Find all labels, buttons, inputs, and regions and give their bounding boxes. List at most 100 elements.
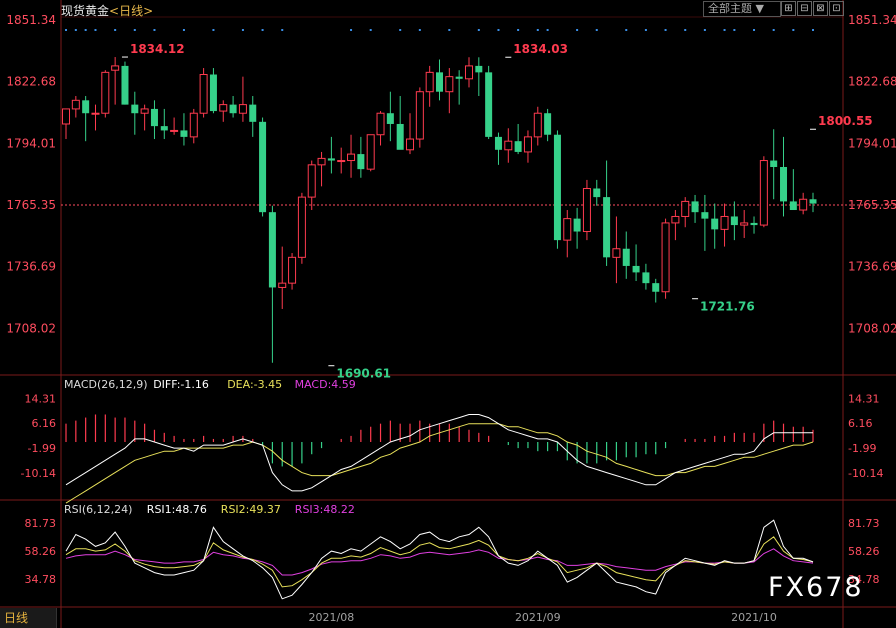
price-tick-right: 1794.01: [848, 136, 896, 150]
price-tick-right: 1822.68: [848, 75, 896, 89]
period-tab-daily[interactable]: 日线: [0, 608, 57, 628]
candle-body: [681, 200, 690, 217]
candle-body: [711, 218, 719, 230]
macd-tick-right: -1.99: [848, 442, 876, 455]
close-panel-icon[interactable]: ⊠: [813, 1, 828, 16]
candle-body: [101, 71, 110, 114]
price-tick-right: 1708.02: [848, 321, 896, 335]
event-marker-dot: [241, 29, 244, 31]
rsi-tick-left: 58.26: [25, 545, 57, 558]
candle-body: [180, 130, 188, 137]
extreme-label: 1834.03: [513, 42, 568, 56]
candle-body: [720, 215, 729, 230]
event-marker-dot: [153, 29, 156, 31]
event-marker-dot: [595, 29, 598, 31]
period-label[interactable]: <日线>: [109, 4, 153, 18]
rsi1-line: [65, 519, 814, 600]
candle-body: [533, 112, 542, 138]
candle-body: [436, 72, 443, 92]
candle-body: [131, 104, 139, 114]
date-label: 2021/10: [731, 611, 777, 624]
candle-body: [642, 272, 650, 284]
macd-tick-left: -1.99: [28, 442, 56, 455]
price-tick-left: 1851.34: [6, 13, 56, 27]
candle-body: [91, 112, 100, 115]
theme-dropdown[interactable]: 全部主题 ▼: [703, 1, 781, 17]
candle-body: [523, 136, 532, 153]
price-tick-left: 1794.01: [6, 136, 56, 150]
candle-body: [445, 76, 454, 93]
candle-body: [701, 212, 709, 219]
rsi-tick-right: 58.26: [848, 545, 880, 558]
macd-tick-right: 14.31: [848, 392, 880, 405]
event-marker-dot: [812, 29, 814, 31]
candle-body: [612, 248, 621, 258]
event-marker-dot: [536, 29, 539, 31]
maximize-icon[interactable]: ⊡: [829, 1, 844, 16]
candle-body: [652, 283, 660, 292]
candle-body: [357, 154, 365, 170]
candle-body: [71, 99, 80, 110]
split-view-icon[interactable]: ⊟: [797, 1, 812, 16]
candle-body: [366, 134, 375, 170]
indicator-legend-item: DIFF:-1.16: [153, 378, 209, 391]
event-marker-dot: [281, 29, 284, 31]
candle-body: [199, 74, 208, 114]
date-label: 2021/08: [309, 611, 355, 624]
candle-body: [691, 201, 699, 213]
rsi-panel: RSI(6,12,24) RSI1:48.76 RSI2:49.37 RSI3:48.…: [25, 503, 880, 600]
event-marker-dot: [625, 29, 628, 31]
candle-body: [327, 158, 335, 161]
candle-body: [278, 282, 287, 288]
candle-body: [485, 72, 493, 137]
candle-body: [307, 164, 316, 198]
candle-body: [750, 222, 758, 226]
candle-body: [789, 201, 797, 211]
candle-body: [494, 136, 502, 150]
candle-body: [730, 216, 738, 226]
candle-body: [121, 65, 129, 105]
price-tick-right: 1851.34: [848, 13, 896, 27]
candle-body: [415, 91, 424, 140]
chevron-down-icon: ▼: [755, 2, 764, 15]
candle-body: [219, 104, 228, 112]
event-marker-dot: [497, 29, 500, 31]
candle-body: [759, 160, 768, 226]
event-marker-dot: [733, 29, 736, 31]
event-marker-dot: [114, 29, 117, 31]
event-marker-dot: [65, 29, 67, 31]
candle-body: [268, 212, 276, 288]
candle-body: [809, 199, 817, 204]
candle-body: [337, 160, 346, 163]
macd-tick-right: 6.16: [848, 417, 873, 430]
event-marker-dot: [723, 29, 726, 31]
candle-body: [770, 160, 778, 167]
candle-body: [780, 166, 788, 202]
candle-body: [475, 65, 483, 73]
event-marker-dot: [753, 29, 756, 31]
indicator-legend-item: RSI2:49.37: [221, 503, 281, 516]
event-marker-dot: [576, 29, 579, 31]
candle-body: [259, 121, 267, 213]
rsi-tick-left: 81.73: [25, 517, 57, 530]
event-marker-dot: [369, 29, 372, 31]
chart-canvas: MACD(26,12,9) DIFF:-1.16 DEA:-3.45 MACD:4.5…: [0, 0, 896, 628]
extreme-label: 1834.12: [130, 42, 185, 56]
candle-body: [82, 100, 90, 114]
indicator-title: RSI(6,12,24): [64, 503, 132, 516]
candle-body: [582, 188, 591, 233]
candles: [62, 57, 817, 363]
candle-body: [229, 104, 237, 114]
macd-tick-left: 6.16: [32, 417, 57, 430]
event-marker-dot: [84, 29, 87, 31]
candle-body: [347, 153, 356, 162]
event-marker-dot: [703, 29, 706, 31]
layout-grid-icon[interactable]: ⊞: [781, 1, 796, 16]
event-marker-dot: [94, 29, 97, 31]
candle-body: [288, 256, 297, 284]
candle-body: [740, 222, 749, 226]
event-marker-dot: [772, 29, 775, 31]
candle-body: [799, 198, 808, 211]
price-tick-left: 1822.68: [6, 75, 56, 89]
candle-body: [603, 197, 611, 258]
